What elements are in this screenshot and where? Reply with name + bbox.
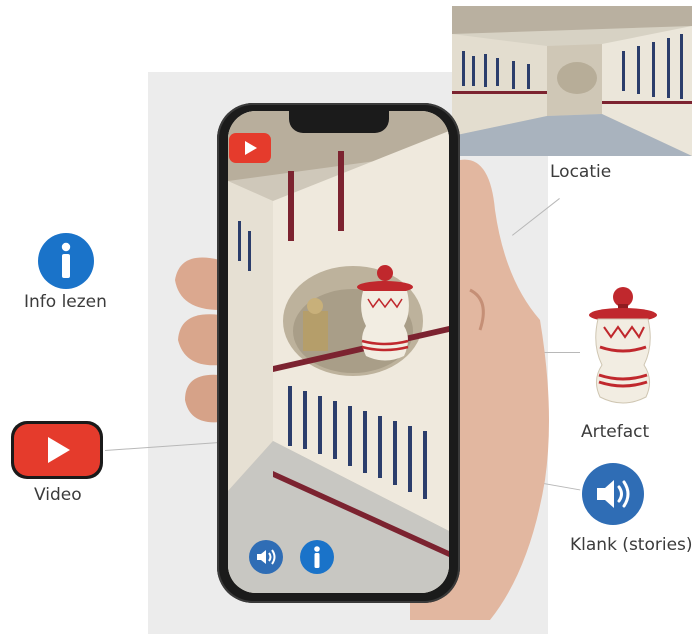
screen-video-play-icon[interactable] [229,133,271,167]
ar-tomb-view [228,111,449,593]
info-label: Info lezen [24,292,107,312]
video-play-icon[interactable] [10,420,104,484]
screen-speaker-icon[interactable] [248,539,284,579]
phone-notch [289,111,389,133]
video-label: Video [34,485,82,505]
sound-label: Klank (stories) [570,535,693,555]
artefact-label: Artefact [581,422,650,442]
info-icon[interactable] [37,232,95,294]
phone-frame [217,103,460,603]
location-photo[interactable] [452,6,692,156]
phone-screen[interactable] [228,111,449,593]
speaker-icon[interactable] [581,462,645,530]
tomb-photo-graphic [452,6,692,156]
screen-info-icon[interactable] [299,539,335,579]
vase-artefact-icon[interactable] [584,285,662,419]
location-label: Locatie [550,162,612,182]
